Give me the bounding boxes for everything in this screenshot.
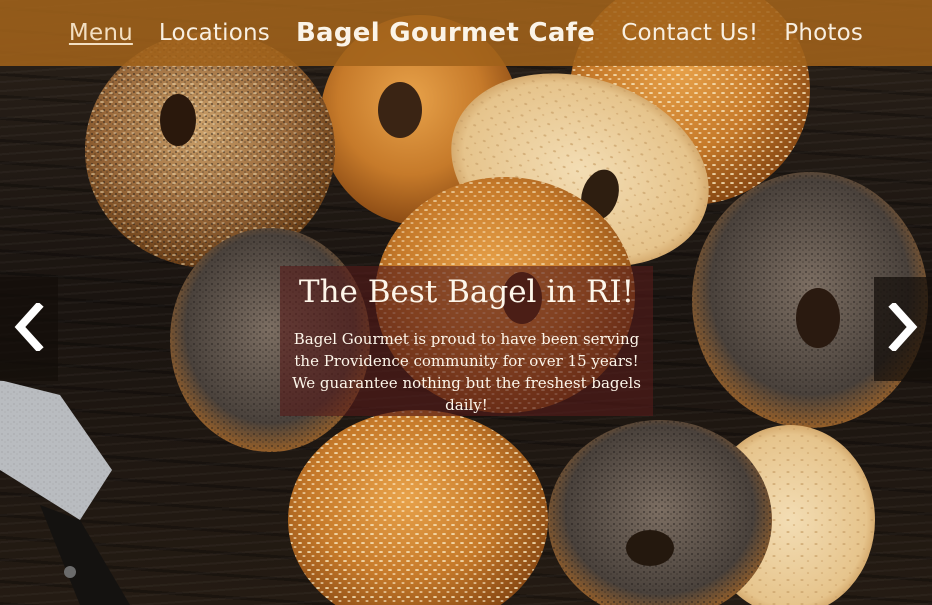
knife-decoration	[0, 380, 130, 605]
nav-link-photos[interactable]: Photos	[784, 20, 863, 46]
carousel-caption: The Best Bagel in RI! Bagel Gourmet is p…	[280, 266, 653, 416]
slide-description: Bagel Gourmet is proud to have been serv…	[292, 330, 641, 414]
carousel-next-button[interactable]	[874, 277, 932, 381]
slide-title: The Best Bagel in RI!	[298, 274, 635, 310]
carousel-prev-button[interactable]	[0, 277, 58, 381]
top-navbar: Menu Locations Bagel Gourmet Cafe Contac…	[0, 0, 932, 66]
nav-link-contact[interactable]: Contact Us!	[621, 20, 758, 46]
site-brand-title[interactable]: Bagel Gourmet Cafe	[296, 18, 595, 48]
chevron-right-icon	[888, 301, 918, 355]
chevron-left-icon	[14, 301, 44, 355]
nav-link-menu[interactable]: Menu	[69, 20, 133, 46]
nav-link-locations[interactable]: Locations	[159, 20, 270, 46]
page: Menu Locations Bagel Gourmet Cafe Contac…	[0, 0, 932, 605]
